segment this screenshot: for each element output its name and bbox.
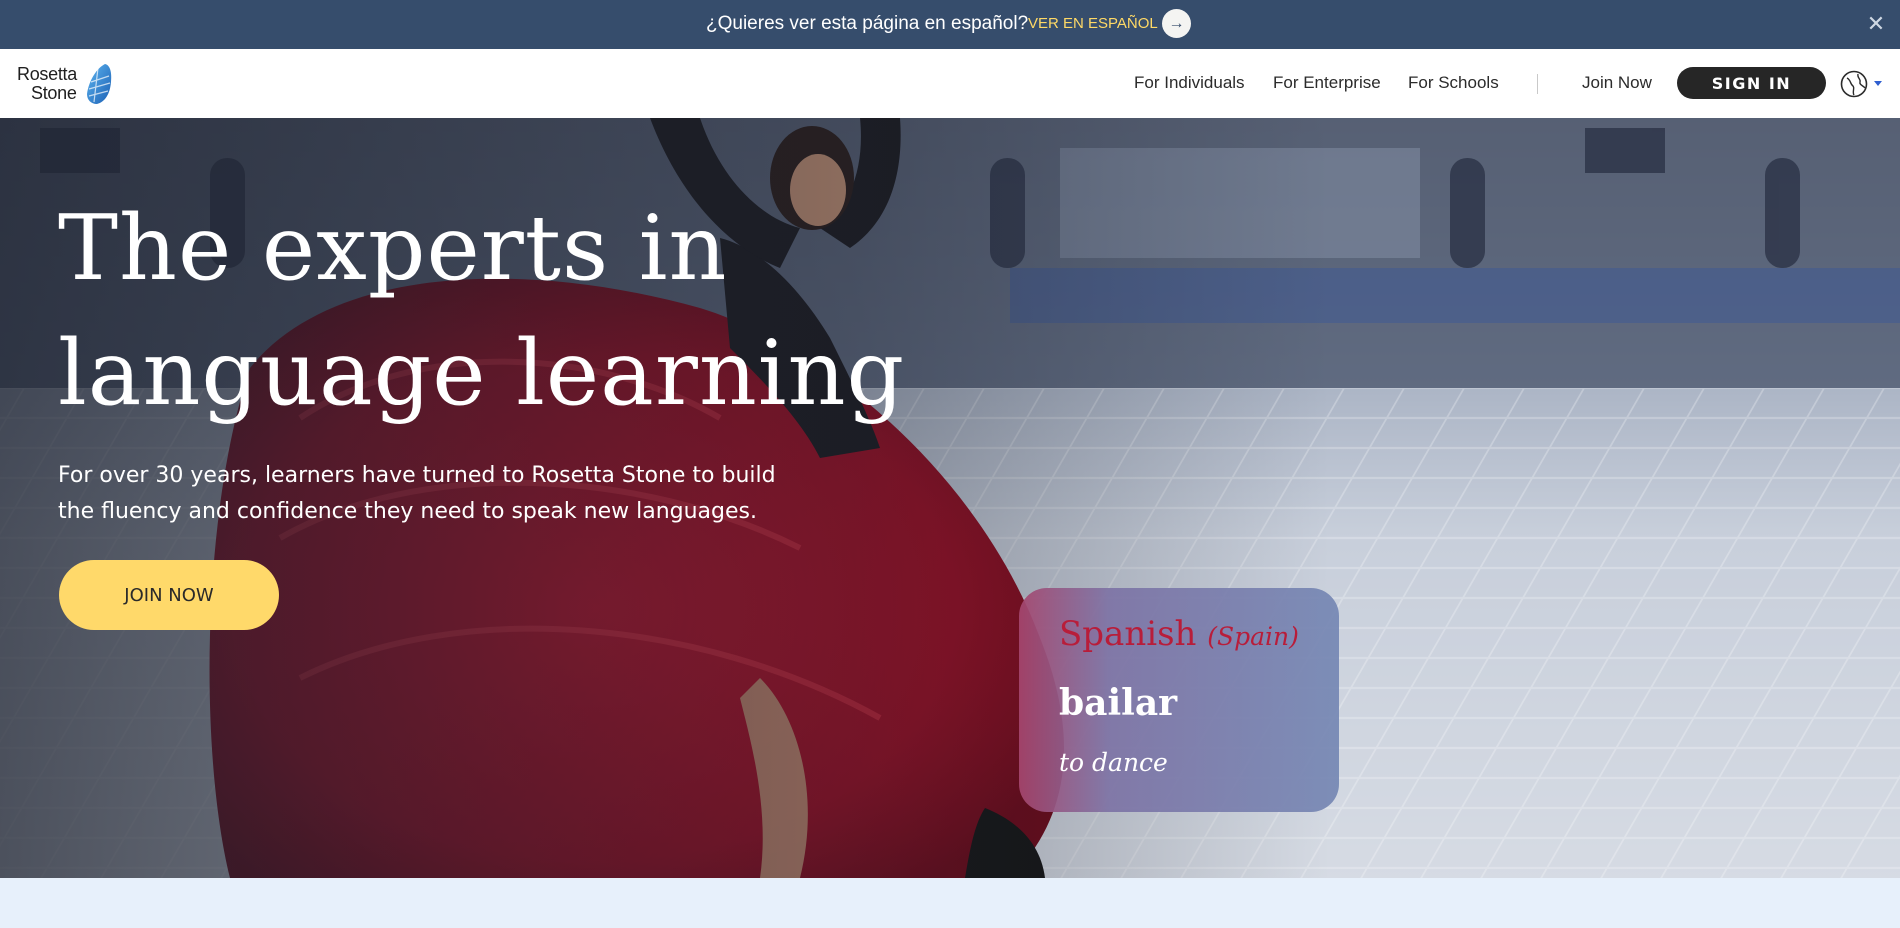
nav-for-schools[interactable]: For Schools (1408, 72, 1499, 94)
main-navbar: Rosetta Stone For Individuals For Enterp… (0, 49, 1900, 118)
card-language-region: (Spain) (1207, 622, 1299, 651)
language-banner: ¿Quieres ver esta página en español? VER… (0, 0, 1900, 49)
arrow-right-icon[interactable]: → (1162, 9, 1191, 38)
nav-for-individuals[interactable]: For Individuals (1134, 72, 1245, 94)
switch-language-link[interactable]: VER EN ESPAÑOL (1028, 14, 1158, 34)
hero-title-line-2: language learning (58, 321, 906, 426)
hero-title: The experts in language learning (58, 186, 958, 436)
join-now-link[interactable]: Join Now (1582, 72, 1652, 94)
join-now-button[interactable]: JOIN NOW (59, 560, 279, 630)
logo-line-2: Stone (31, 83, 77, 103)
nav-for-enterprise[interactable]: For Enterprise (1273, 72, 1381, 94)
vocabulary-card: Spanish (Spain) bailar to dance (1019, 588, 1339, 812)
close-icon[interactable]: ✕ (1866, 10, 1886, 38)
logo-wordmark: Rosetta Stone (17, 65, 77, 103)
hero-section: The experts in language learning For ove… (0, 118, 1900, 878)
card-language: Spanish (Spain) (1059, 614, 1299, 657)
hero-subtitle: For over 30 years, learners have turned … (58, 463, 776, 524)
card-language-name: Spanish (1059, 614, 1197, 654)
card-translation: to dance (1059, 748, 1168, 777)
hero-title-line-1: The experts in (58, 196, 728, 301)
sign-in-button[interactable]: SIGN IN (1677, 67, 1826, 99)
card-word: bailar (1059, 682, 1178, 724)
globe-icon[interactable] (1840, 70, 1884, 98)
logo-stone-icon (87, 64, 112, 104)
next-section-strip (0, 878, 1900, 928)
rosetta-stone-logo[interactable]: Rosetta Stone (17, 62, 117, 106)
logo-line-1: Rosetta (17, 64, 77, 84)
nav-divider (1537, 74, 1538, 94)
language-banner-prompt: ¿Quieres ver esta página en español? (706, 13, 1029, 34)
